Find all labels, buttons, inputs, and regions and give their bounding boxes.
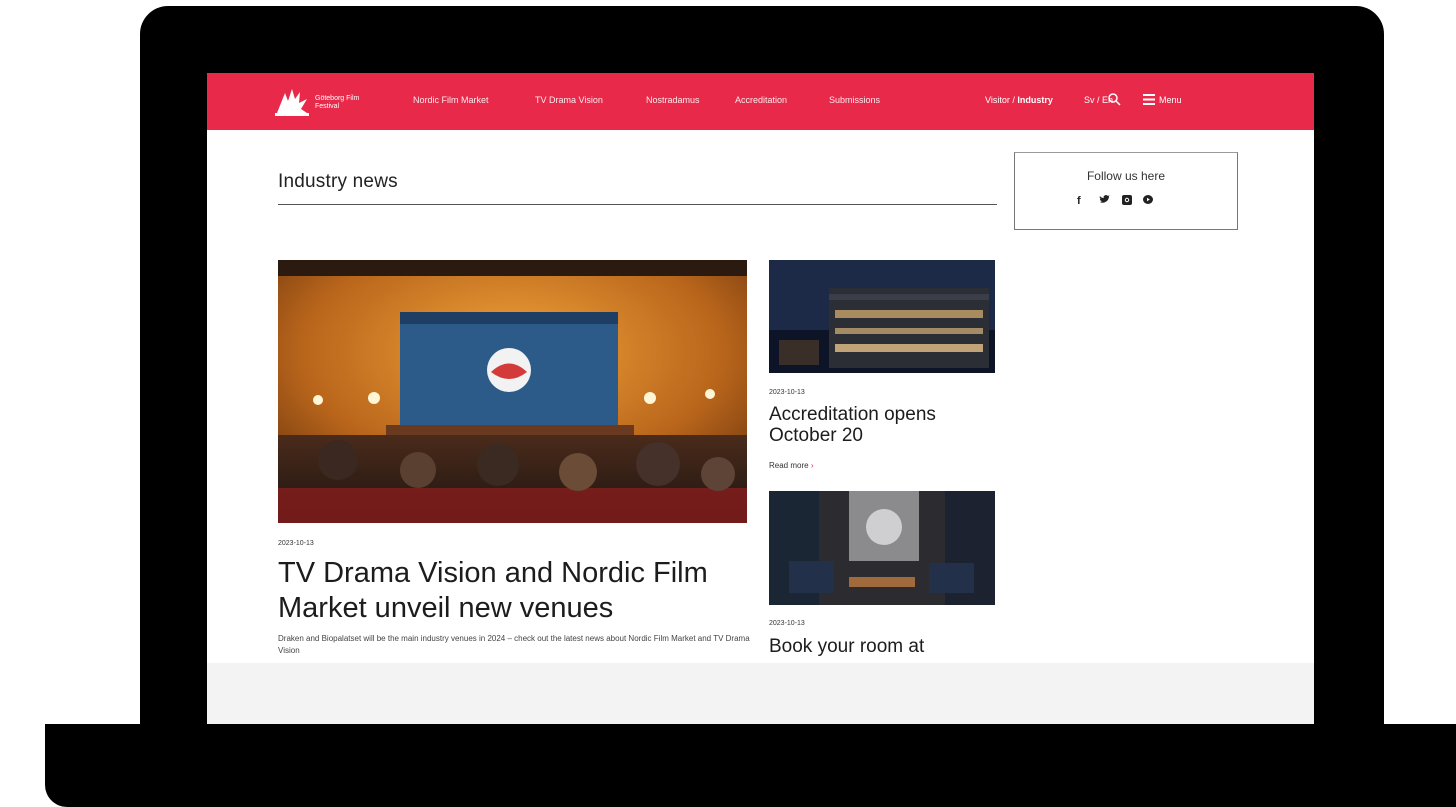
nav-nordic-film-market[interactable]: Nordic Film Market: [413, 95, 489, 105]
instagram-icon[interactable]: [1122, 195, 1132, 205]
youtube-icon[interactable]: [1143, 195, 1153, 204]
menu-label[interactable]: Menu: [1159, 95, 1182, 105]
follow-label: Follow us here: [1086, 169, 1166, 183]
twitter-icon[interactable]: [1099, 195, 1110, 205]
nav-submissions[interactable]: Submissions: [829, 95, 880, 105]
hero-article-date: 2023-10-13: [278, 540, 314, 547]
visitor-industry-toggle: Visitor / Industry: [985, 95, 1053, 105]
card-2-date: 2023-10-13: [769, 620, 805, 627]
nav-accreditation[interactable]: Accreditation: [735, 95, 787, 105]
visitor-link[interactable]: Visitor: [985, 95, 1010, 105]
hero-article-excerpt: Draken and Biopalatset will be the main …: [278, 634, 750, 655]
section-title: Industry news: [278, 171, 398, 192]
card-1-read-more[interactable]: Read more ›: [769, 461, 813, 470]
arrow-right-icon: ›: [810, 461, 814, 470]
lang-sv-link[interactable]: Sv: [1084, 95, 1095, 105]
card-image-hotel[interactable]: [769, 260, 995, 373]
hero-article-title[interactable]: TV Drama Vision and Nordic Film Market u…: [278, 556, 758, 626]
card-2-title[interactable]: Book your room at: [769, 636, 989, 657]
section-divider: [278, 204, 997, 205]
logo-text: Göteborg Film Festival: [315, 95, 360, 110]
search-icon[interactable]: [1107, 92, 1121, 106]
logo-icon: [275, 89, 309, 116]
card-image-lounge[interactable]: [769, 491, 995, 605]
card-1-date: 2023-10-13: [769, 389, 805, 396]
read-more-label: Read more: [769, 461, 809, 470]
facebook-icon[interactable]: f: [1077, 195, 1081, 207]
nav-nostradamus[interactable]: Nostradamus: [646, 95, 700, 105]
follow-us-box: Follow us here f: [1014, 152, 1238, 230]
laptop-base: [45, 724, 1456, 807]
hamburger-menu-icon[interactable]: [1143, 94, 1155, 105]
top-navigation: Göteborg Film Festival Nordic Film Marke…: [207, 73, 1314, 130]
browser-screen: Göteborg Film Festival Nordic Film Marke…: [207, 73, 1314, 724]
card-1-title[interactable]: Accreditation opens October 20: [769, 404, 989, 446]
hero-article-image[interactable]: [278, 260, 747, 523]
festival-logo[interactable]: Göteborg Film Festival: [275, 87, 375, 117]
industry-link[interactable]: Industry: [1017, 95, 1053, 105]
nav-tv-drama-vision[interactable]: TV Drama Vision: [535, 95, 603, 105]
web-page: Göteborg Film Festival Nordic Film Marke…: [207, 73, 1314, 663]
